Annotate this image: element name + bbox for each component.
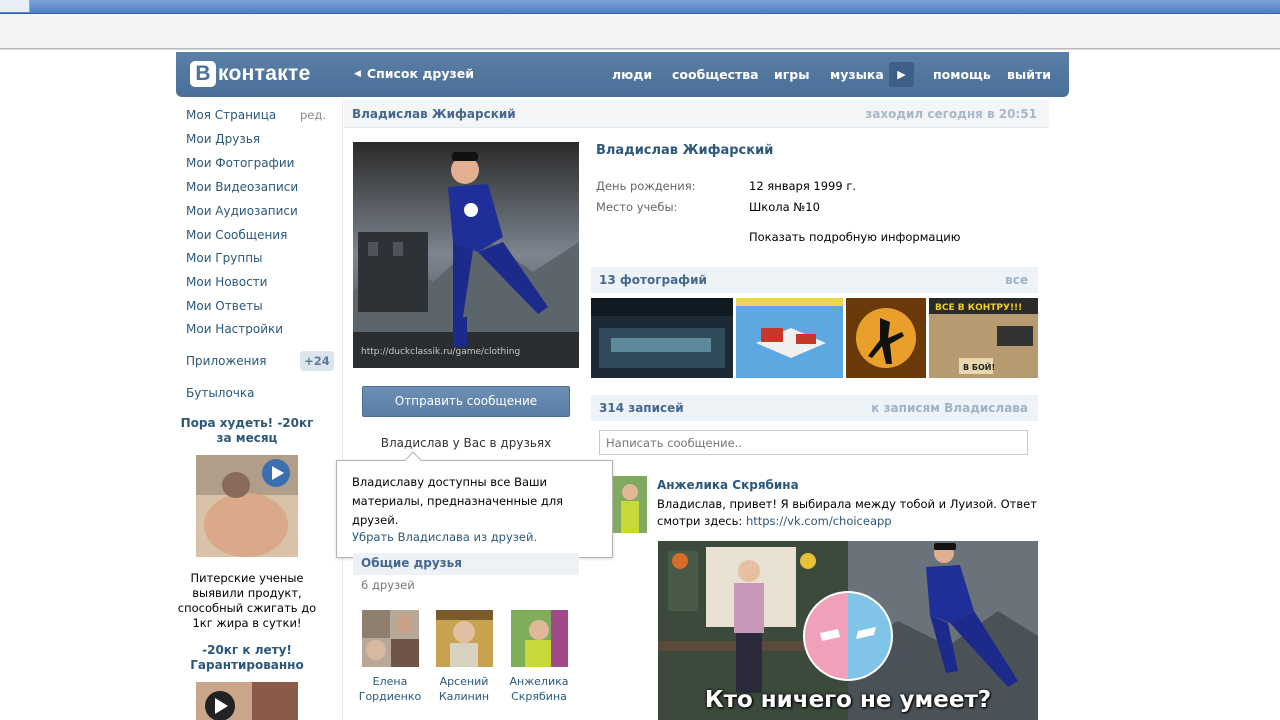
menu-my-answers[interactable]: Мои Ответы <box>186 299 263 313</box>
menu-app-bottle[interactable]: Бутылочка <box>186 386 255 400</box>
ad-image-graphic <box>196 455 298 557</box>
avatar-picture: http://duckclassik.ru/game/clothing <box>353 142 579 368</box>
friend-name: Анжелика Скрябина <box>499 674 579 704</box>
photo-button-text: В БОЙ! <box>963 361 995 372</box>
menu-my-page[interactable]: Моя Страница <box>186 108 276 122</box>
nav-music[interactable]: музыка <box>830 67 884 82</box>
site-header: В контакте ◀ Список друзей люди сообщест… <box>176 52 1069 97</box>
popup-arrow <box>404 451 422 469</box>
logo-letter: В <box>190 61 216 87</box>
ad-text: Питерские ученые выявили продукт, способ… <box>177 571 317 630</box>
ad-2-title[interactable]: -20кг к лету! Гарантированно <box>176 643 318 673</box>
friend-status-toggle[interactable]: Владислав у Вас в друзьях <box>353 436 579 450</box>
friend-name: Арсений Калинин <box>424 674 504 704</box>
wall-post-input[interactable] <box>599 430 1028 455</box>
photo-banner-text: ВСЕ В КОНТРУ!!! <box>935 303 1022 313</box>
nav-people[interactable]: люди <box>612 67 652 82</box>
popup-message: Владиславу доступны все Ваши материалы, … <box>352 475 564 527</box>
wall-title: 314 записей <box>599 401 684 415</box>
menu-my-audio[interactable]: Мои Аудиозаписи <box>186 204 298 218</box>
last-seen-status: заходил сегодня в 20:51 <box>865 107 1037 121</box>
nav-communities[interactable]: сообщества <box>672 67 759 82</box>
ad-1-image[interactable] <box>196 455 298 557</box>
photos-all-link[interactable]: все <box>1005 273 1028 287</box>
friend-status-popup: Владиславу доступны все Ваши материалы, … <box>336 451 613 558</box>
friend-name: Елена Гордиенко <box>350 674 430 704</box>
friend-first-name: Анжелика <box>509 675 569 688</box>
back-link-label: Список друзей <box>366 66 475 81</box>
birthday-label: День рождения: <box>596 179 696 193</box>
apps-count-badge[interactable]: +24 <box>300 351 334 371</box>
post-author-name[interactable]: Анжелика Скрябина <box>657 478 799 492</box>
friend-last-name: Калинин <box>438 690 490 703</box>
menu-my-news[interactable]: Мои Новости <box>186 275 267 289</box>
photo-thumbnail[interactable] <box>846 298 926 378</box>
ad-1-text-block[interactable]: Питерские ученые выявили продукт, способ… <box>176 571 318 631</box>
browser-toolbar <box>0 14 1280 50</box>
menu-my-photos[interactable]: Мои Фотографии <box>186 156 294 170</box>
content-divider <box>342 100 343 720</box>
photo-thumbnail[interactable] <box>591 298 733 378</box>
browser-tab[interactable] <box>0 0 30 12</box>
friend-card[interactable]: Елена Гордиенко <box>350 610 430 704</box>
photo-thumbnail[interactable]: ВСЕ В КОНТРУ!!! В БОЙ! <box>929 298 1038 378</box>
friend-avatar <box>435 610 493 667</box>
ad-image-graphic <box>196 682 298 720</box>
menu-my-friends[interactable]: Мои Друзья <box>186 132 260 146</box>
ad-1-title[interactable]: Пора худеть! -20кг за месяц <box>176 416 318 446</box>
nav-help[interactable]: помощь <box>933 67 991 82</box>
page-head-user-name: Владислав Жифарский <box>352 107 516 121</box>
nav-logout[interactable]: выйти <box>1007 67 1051 82</box>
post-text: Владислав, привет! Я выбирала между тобо… <box>657 496 1042 530</box>
logo-text: контакте <box>218 62 311 85</box>
ad-2-image[interactable] <box>196 682 298 720</box>
birthday-value[interactable]: 12 января 1999 г. <box>749 179 856 193</box>
menu-my-videos[interactable]: Мои Видеозаписи <box>186 180 298 194</box>
nav-games[interactable]: игры <box>774 67 810 82</box>
friend-card[interactable]: Арсений Калинин <box>424 610 504 704</box>
friend-avatar <box>510 610 568 667</box>
menu-my-groups[interactable]: Мои Группы <box>186 251 263 265</box>
photo-thumbnail[interactable] <box>736 298 843 378</box>
vk-logo[interactable]: В контакте <box>190 61 311 87</box>
show-more-info-link[interactable]: Показать подробную информацию <box>749 230 960 244</box>
common-friends-count: 6 друзей <box>361 578 415 592</box>
ad-title: -20кг к лету! Гарантированно <box>190 643 304 672</box>
photos-title: 13 фотографий <box>599 273 707 287</box>
post-image-caption: Кто ничего не умеет? <box>704 687 992 713</box>
friend-first-name: Арсений <box>439 675 489 688</box>
wall-header[interactable]: 314 записей к записям Владислава <box>591 395 1038 421</box>
friend-last-name: Скрябина <box>511 690 567 703</box>
menu-edit-link[interactable]: ред. <box>300 108 326 122</box>
chevron-left-icon: ◀ <box>354 68 361 79</box>
post-attachment-image[interactable]: Кто ничего не умеет? <box>658 541 1038 720</box>
play-icon[interactable]: ▶ <box>889 62 914 87</box>
profile-name: Владислав Жифарский <box>596 143 774 158</box>
friend-card[interactable]: Анжелика Скрябина <box>499 610 579 704</box>
ad-title: Пора худеть! -20кг за месяц <box>180 416 314 445</box>
school-label: Место учебы: <box>596 200 678 214</box>
remove-friend-link[interactable]: Убрать Владислава из друзей. <box>352 530 537 544</box>
post-author-avatar[interactable] <box>613 476 647 533</box>
profile-page-head: Владислав Жифарский заходил сегодня в 20… <box>344 100 1049 128</box>
menu-my-messages[interactable]: Мои Сообщения <box>186 228 287 242</box>
profile-avatar[interactable]: http://duckclassik.ru/game/clothing <box>353 142 579 368</box>
post-link[interactable]: https://vk.com/choiceapp <box>746 514 892 528</box>
friend-last-name: Гордиенко <box>358 690 422 703</box>
common-friends-title: Общие друзья <box>361 556 462 570</box>
photos-header[interactable]: 13 фотографий все <box>591 267 1038 293</box>
back-to-friends-link[interactable]: ◀ Список друзей <box>354 66 474 81</box>
menu-apps[interactable]: Приложения <box>186 354 267 368</box>
browser-title-bar <box>0 0 1280 14</box>
wall-posts-link[interactable]: к записям Владислава <box>871 401 1028 415</box>
school-value[interactable]: Школа №10 <box>749 200 820 214</box>
common-friends-header[interactable]: Общие друзья <box>353 553 579 575</box>
avatar-watermark: http://duckclassik.ru/game/clothing <box>361 347 520 357</box>
friend-first-name: Елена <box>372 675 408 688</box>
send-message-button[interactable]: Отправить сообщение <box>362 386 570 417</box>
menu-my-settings[interactable]: Мои Настройки <box>186 322 283 336</box>
friend-avatar <box>361 610 419 667</box>
